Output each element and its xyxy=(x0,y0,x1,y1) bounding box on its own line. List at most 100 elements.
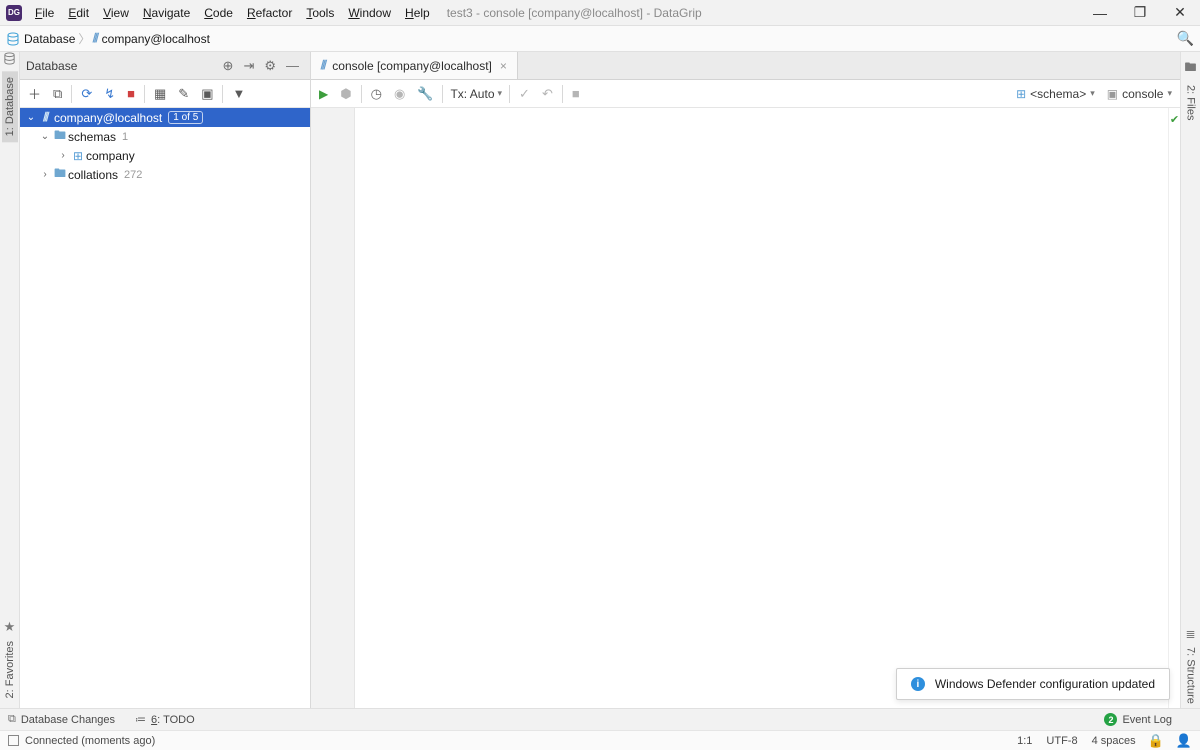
tree-node-collations[interactable]: › 🖿 collations 272 xyxy=(20,165,310,184)
app-logo-icon xyxy=(6,5,22,21)
hide-panel-icon[interactable]: — xyxy=(281,58,304,73)
duplicate-icon[interactable]: ⧉ xyxy=(47,83,68,105)
search-everywhere-icon[interactable]: 🔍 xyxy=(1177,30,1194,47)
database-panel-title: Database xyxy=(26,59,77,73)
tab-db-changes[interactable]: ⧉Database Changes xyxy=(8,713,115,726)
database-icon xyxy=(6,32,20,46)
window-title: test3 - console [company@localhost] - Da… xyxy=(447,6,702,20)
menu-refactor[interactable]: Refactor xyxy=(240,2,299,24)
status-bar: Connected (moments ago) 1:1 UTF-8 4 spac… xyxy=(0,730,1200,750)
menu-help[interactable]: Help xyxy=(398,2,437,24)
notification-toast[interactable]: i Windows Defender configuration updated xyxy=(896,668,1170,700)
tab-structure-side[interactable]: 7: Structure xyxy=(1185,647,1197,704)
bottom-tool-tabs: ⧉Database Changes ≔6: TODO 2Event Log xyxy=(0,708,1200,730)
folder-icon: 🖿 xyxy=(52,164,68,185)
editor-toolbar: ▶ ⬢ ◷ ◉ 🔧 Tx: Auto▾ ✓ ↶ ■ ⊞<schema>▾ ▣co… xyxy=(311,80,1180,108)
close-button[interactable]: ✕ xyxy=(1160,0,1200,26)
structure-icon: ≣ xyxy=(1185,627,1195,641)
right-gutter: 🖿 2: Files ≣ 7: Structure xyxy=(1180,52,1200,708)
expand-arrow-icon[interactable]: › xyxy=(56,150,70,161)
sync-icon[interactable]: ↯ xyxy=(98,83,121,105)
folder-icon: 🖿 xyxy=(52,126,68,147)
tree-node-company[interactable]: › ⊞ company xyxy=(20,146,310,165)
refresh-icon[interactable]: ⟳ xyxy=(75,83,98,105)
status-indicator-icon[interactable] xyxy=(8,735,19,746)
tree-node-schemas[interactable]: ⌄ 🖿 schemas 1 xyxy=(20,127,310,146)
database-stack-icon xyxy=(3,52,16,65)
main-menu: File Edit View Navigate Code Refactor To… xyxy=(28,2,437,24)
history-icon[interactable]: ◷ xyxy=(365,83,388,105)
run-icon[interactable]: ▶ xyxy=(313,84,334,104)
minimize-button[interactable]: — xyxy=(1080,0,1120,26)
menu-window[interactable]: Window xyxy=(341,2,398,24)
debug-icon[interactable]: ⬢ xyxy=(334,83,357,105)
changes-icon: ⧉ xyxy=(8,713,16,726)
tab-database-side[interactable]: 1: Database xyxy=(2,71,18,142)
connection-status: Connected (moments ago) xyxy=(25,735,155,747)
title-bar: File Edit View Navigate Code Refactor To… xyxy=(0,0,1200,26)
star-icon: ★ xyxy=(4,619,16,635)
todo-icon: ≔ xyxy=(135,713,146,726)
edit-icon[interactable]: ✎ xyxy=(172,83,195,105)
query-icon: ⦀ xyxy=(319,58,328,73)
database-toolbar: ＋ ⧉ ⟳ ↯ ■ ▦ ✎ ▣ ▼ xyxy=(20,80,310,108)
maximize-button[interactable]: ❐ xyxy=(1120,0,1160,26)
editor-tab-console[interactable]: ⦀ console [company@localhost] × xyxy=(311,52,518,79)
menu-view[interactable]: View xyxy=(96,2,136,24)
schema-dropdown[interactable]: ⊞<schema>▾ xyxy=(1010,87,1101,101)
indent-setting[interactable]: 4 spaces xyxy=(1092,735,1136,747)
console-dd-icon: ▣ xyxy=(1107,87,1118,101)
tab-todo[interactable]: ≔6: TODO xyxy=(135,713,195,726)
menu-file[interactable]: File xyxy=(28,2,61,24)
tree-label: schemas xyxy=(68,130,116,144)
menu-edit[interactable]: Edit xyxy=(61,2,96,24)
settings-icon[interactable]: ⚙ xyxy=(259,58,281,74)
locate-icon[interactable]: ⊕ xyxy=(218,58,239,74)
lock-icon[interactable]: 🔒 xyxy=(1148,733,1164,749)
file-encoding[interactable]: UTF-8 xyxy=(1046,735,1077,747)
tab-files-side[interactable]: 2: Files xyxy=(1185,85,1197,120)
files-icon: 🖿 xyxy=(1184,58,1196,79)
menu-navigate[interactable]: Navigate xyxy=(136,2,197,24)
filter-icon[interactable]: ▼ xyxy=(226,83,251,104)
cancel-query-icon[interactable]: ■ xyxy=(566,83,586,104)
expand-arrow-icon[interactable]: ⌄ xyxy=(38,131,52,142)
left-gutter: 1: Database ★ 2: Favorites xyxy=(0,52,20,708)
database-panel: Database ⊕ ⇥ ⚙ — ＋ ⧉ ⟳ ↯ ■ ▦ ✎ ▣ ▼ ⌄ ⦀ c… xyxy=(20,52,311,708)
close-tab-icon[interactable]: × xyxy=(500,59,507,73)
code-area[interactable] xyxy=(355,108,1168,708)
editor-area: ⦀ console [company@localhost] × ▶ ⬢ ◷ ◉ … xyxy=(311,52,1180,708)
table-view-icon[interactable]: ▦ xyxy=(148,83,172,105)
schema-dd-icon: ⊞ xyxy=(1016,87,1026,101)
tab-event-log[interactable]: 2Event Log xyxy=(1104,713,1172,726)
add-datasource-icon[interactable]: ＋ xyxy=(22,81,47,106)
check-ok-icon: ✔ xyxy=(1170,114,1179,126)
editor-body[interactable]: ✔ xyxy=(311,108,1180,708)
explain-icon[interactable]: ◉ xyxy=(388,83,411,105)
wrench-icon[interactable]: 🔧 xyxy=(411,83,439,105)
console-nav-icon[interactable]: ▣ xyxy=(195,83,219,105)
tree-node-datasource[interactable]: ⌄ ⦀ company@localhost 1 of 5 xyxy=(20,108,310,127)
caret-position[interactable]: 1:1 xyxy=(1017,735,1032,747)
commit-icon[interactable]: ✓ xyxy=(513,83,536,105)
menu-code[interactable]: Code xyxy=(197,2,240,24)
tree-count: 272 xyxy=(124,169,142,181)
database-tree: ⌄ ⦀ company@localhost 1 of 5 ⌄ 🖿 schemas… xyxy=(20,108,310,708)
expand-arrow-icon[interactable]: › xyxy=(38,169,52,180)
menu-tools[interactable]: Tools xyxy=(299,2,341,24)
console-dropdown[interactable]: ▣console▾ xyxy=(1101,87,1178,101)
rollback-icon[interactable]: ↶ xyxy=(536,83,559,105)
tab-favorites-side[interactable]: 2: Favorites xyxy=(4,641,16,698)
collapse-icon[interactable]: ⇥ xyxy=(238,58,259,74)
schema-icon: ⊞ xyxy=(70,149,86,163)
tree-label: collations xyxy=(68,168,118,182)
tree-count: 1 xyxy=(122,131,128,143)
query-icon: ⦀ xyxy=(91,31,100,46)
breadcrumb-current[interactable]: company@localhost xyxy=(102,32,210,46)
inspector-icon[interactable]: 👤 xyxy=(1176,733,1192,749)
breadcrumb-root[interactable]: Database xyxy=(24,32,75,46)
line-gutter xyxy=(311,108,355,708)
tx-mode-dropdown[interactable]: Tx: Auto▾ xyxy=(446,87,506,101)
info-icon: i xyxy=(911,677,925,691)
stop-icon[interactable]: ■ xyxy=(121,83,141,104)
